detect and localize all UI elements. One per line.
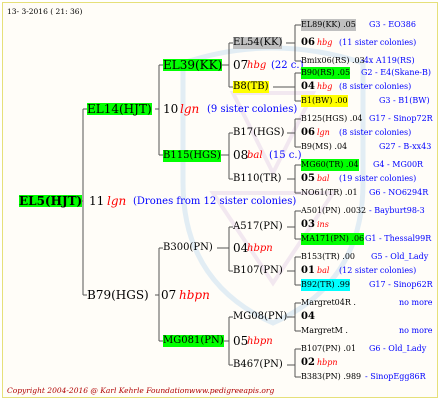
gen5-d1-bot: MargretM . (301, 326, 348, 335)
gen5-c1-top-code: - Bayburt98-3 (369, 206, 425, 215)
site-link[interactable]: www.pedigreeapis.org (189, 385, 274, 397)
gen5-b1-bot-code: G27 - B-xx43 (379, 142, 432, 151)
gen5-a2-tag: hbg (317, 82, 333, 91)
queen-root: EL5(HJT) (19, 194, 83, 208)
gen5-c2-top-code: G5 - Old_Lady (371, 252, 429, 261)
gen5-c1-top: A501(PN) .0032 (301, 206, 367, 215)
gen5-b1-top-code: G17 - Sinop72R (369, 114, 433, 123)
gen5-a2-bot: B1(BW) .00 (301, 95, 348, 107)
gen3-d-num: 05 (233, 334, 249, 348)
gen2-top-note: (9 sister colonies) (207, 104, 298, 115)
queen-gen3-a: EL39(KK) (163, 58, 223, 72)
gen5-c1-num: 03 (301, 219, 315, 230)
gen3-b-tag: bal (247, 150, 263, 161)
gen5-a1-bot: Bmix06(RS) .03 (301, 56, 365, 65)
gen5-d1-bot-code: no more (399, 326, 433, 335)
pedigree-chart: 13- 3-2016 ( 21: 36) EL5(HJT) 11 lgn (Dr… (2, 2, 438, 398)
gen5-d2-tag: hbpn (317, 358, 338, 367)
gen5-b1-bot: B9(MS) .04 (301, 142, 348, 151)
gen5-d1-num: 04 (301, 311, 315, 322)
queen-gen3-c: B300(PN) (163, 242, 213, 253)
gen5-a2-num: 04 (301, 81, 315, 92)
gen5-c2-note: (12 sister colonies) (339, 266, 417, 275)
gen5-c1-bot: MA171(PN) .06 (301, 233, 365, 245)
gen5-d2-num: 02 (301, 357, 315, 368)
queen-gen4-b1: B17(HGS) (233, 127, 285, 138)
gen3-b-note: (15 c.) (269, 150, 302, 161)
gen5-a2-top: B90(RS) .05 (301, 67, 351, 79)
root-note: (Drones from 12 sister colonies) (133, 196, 297, 207)
gen5-a1-tag: hbg (317, 38, 333, 47)
gen5-a1-top: EL89(KK) .05 (301, 19, 356, 31)
gen5-b2-num: 05 (301, 173, 315, 184)
queen-gen4-a2: B8(TB) (233, 81, 269, 93)
queen-gen2-top: EL14(HJT) (87, 102, 152, 116)
gen5-b2-bot: NO61(TR) .01 (301, 188, 358, 197)
gen5-d2-bot-code: - SinopEgg86R (365, 372, 426, 381)
gen3-d-tag: hbpn (247, 336, 273, 347)
gen5-c2-num: 01 (301, 265, 315, 276)
date-stamp: 13- 3-2016 ( 21: 36) (7, 7, 83, 16)
queen-gen4-c1: A517(PN) (233, 221, 283, 232)
gen2-top-num: 10 (163, 102, 179, 116)
queen-gen4-c2: B107(PN) (233, 265, 283, 276)
gen5-c2-tag: bal (317, 266, 330, 275)
gen5-a1-bot-code: -4x A119(RS) (361, 56, 415, 65)
queen-gen4-a1: EL54(KK) (233, 37, 283, 49)
gen5-b2-bot-code: G6 - NO6294R (369, 188, 429, 197)
gen5-c2-bot-code: G17 - Sinop62R (369, 280, 433, 289)
gen5-b2-top: MG60(TR) .04 (301, 159, 359, 171)
gen5-b2-note: (19 sister colonies) (339, 174, 417, 183)
queen-gen3-d: MG081(PN) (163, 335, 224, 347)
gen5-d2-top-code: G6 - Old_Lady (369, 344, 427, 353)
gen5-a2-note: (8 sister colonies) (339, 82, 412, 91)
gen3-a-tag: hbg (247, 60, 267, 71)
gen5-c2-bot: B92(TR) .99 (301, 279, 350, 291)
gen3-b-num: 08 (233, 148, 249, 162)
root-num: 11 (89, 194, 105, 208)
queen-gen2-bottom: B79(HGS) (87, 288, 149, 302)
gen5-b1-top: B125(HGS) .04 (301, 114, 363, 123)
gen5-d1-top-code: no more (399, 298, 433, 307)
gen5-b2-tag: bal (317, 174, 330, 183)
gen5-a1-top-code: G3 - EO386 (369, 20, 416, 29)
gen5-d2-bot: B383(PN) .989 (301, 372, 362, 381)
gen5-d2-top: B107(PN) .01 (301, 344, 357, 353)
gen2-bottom-tag: hbpn (179, 288, 210, 302)
queen-gen4-d1: MG08(PN) (233, 311, 288, 322)
gen5-b2-top-code: G4 - MG00R (373, 160, 424, 169)
gen5-b1-num: 06 (301, 127, 315, 138)
gen3-c-tag: hbpn (247, 243, 273, 254)
gen5-c2-top: B153(TR) .00 (301, 252, 356, 261)
gen2-top-tag: lgn (180, 102, 200, 116)
copyright-text: Copyright 2004-2016 @ Karl Kehrle Founda… (7, 386, 192, 395)
gen5-a1-note: (11 sister colonies) (339, 38, 417, 47)
queen-gen3-b: B115(HGS) (163, 150, 221, 162)
gen3-a-note: (22 c.) (271, 60, 304, 71)
queen-gen4-d2: B467(PN) (233, 359, 283, 370)
gen3-a-num: 07 (233, 58, 249, 72)
gen3-c-num: 04 (233, 241, 249, 255)
gen2-bottom-num: 07 (161, 288, 177, 302)
gen5-a2-top-code: G2 - E4(Skane-B) (361, 68, 432, 77)
gen5-b1-tag: lgn (317, 128, 330, 137)
gen5-d1-top: Margret04R . (301, 298, 356, 307)
root-tag: lgn (107, 194, 127, 208)
gen5-a2-bot-code: G3 - B1(BW) (379, 96, 430, 105)
gen5-c1-bot-code: G1 - Thessal99R (365, 234, 432, 243)
gen5-c1-tag: ins (317, 220, 329, 229)
gen5-a1-num: 06 (301, 37, 315, 48)
gen5-b1-note: (8 sister colonies) (339, 128, 412, 137)
queen-gen4-b2: B110(TR) (233, 173, 282, 184)
